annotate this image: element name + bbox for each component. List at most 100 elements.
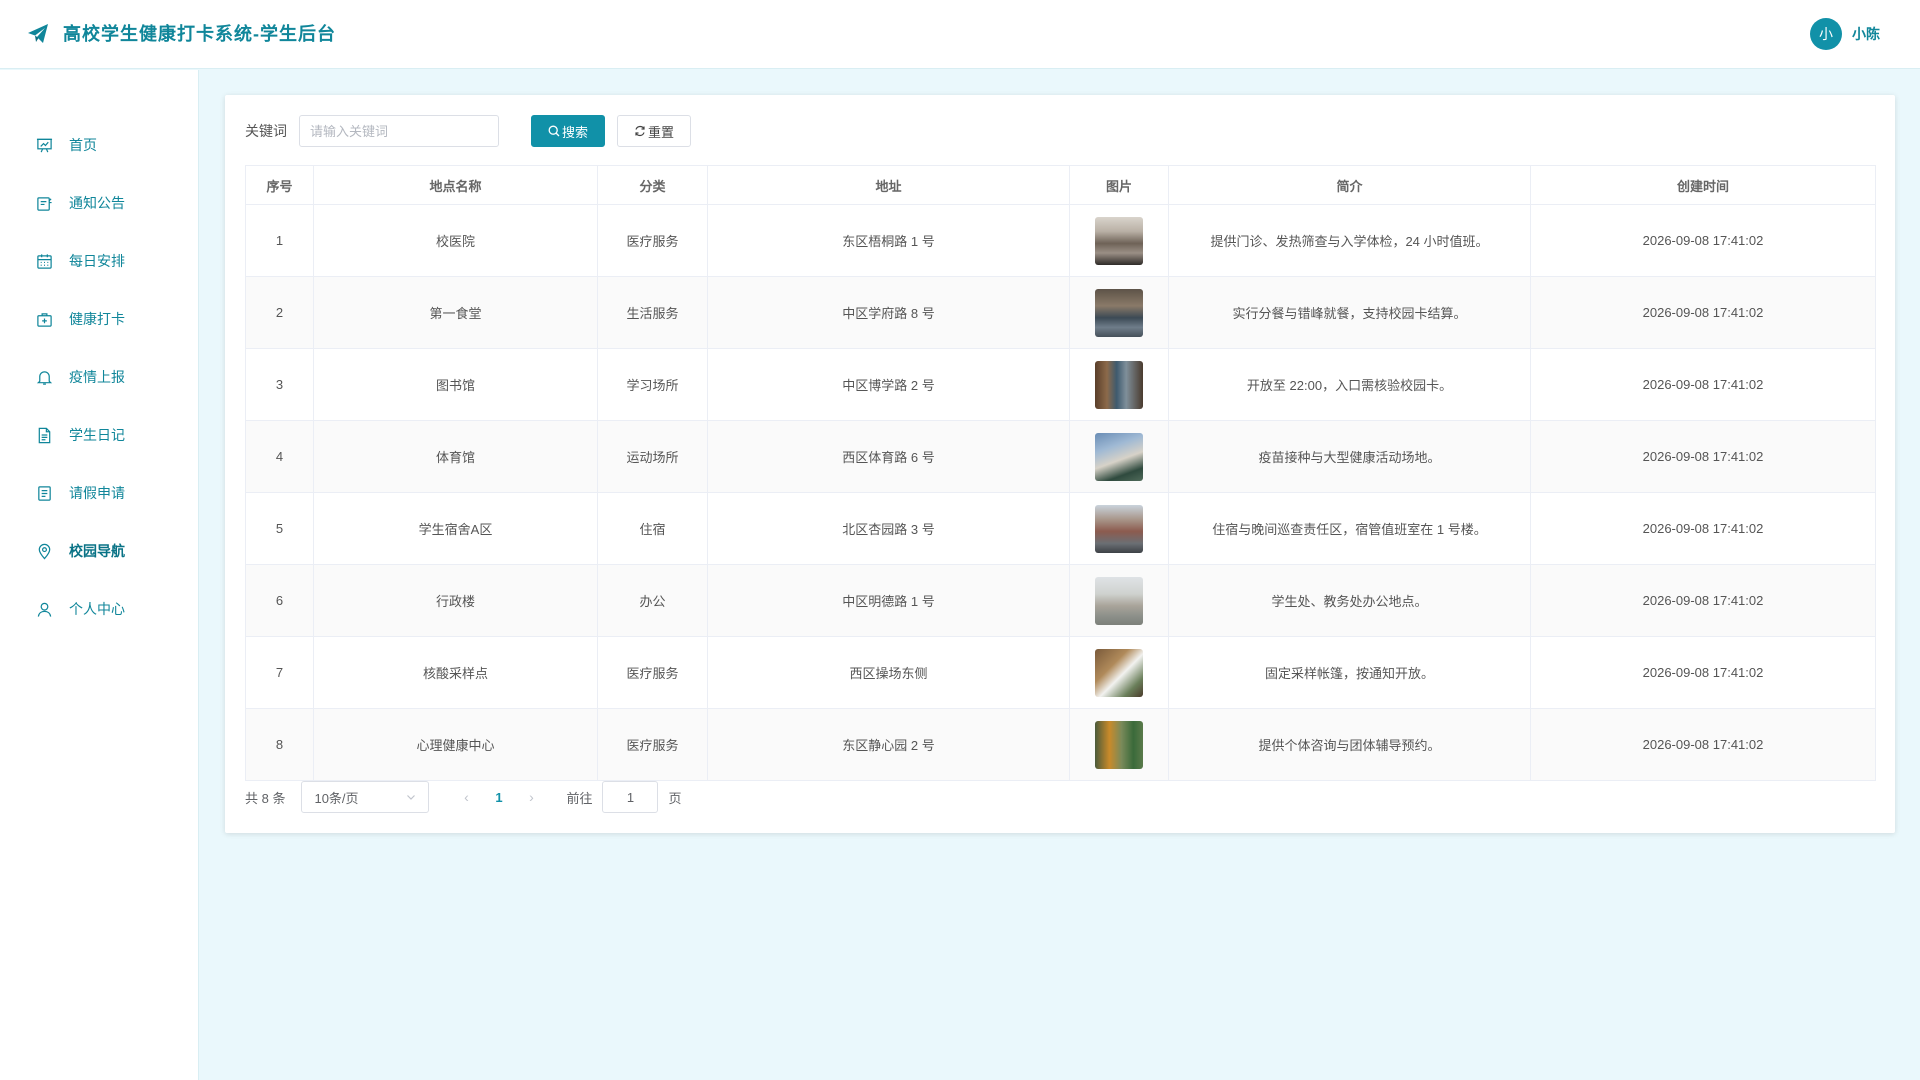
sidebar-item-epidemic-report[interactable]: 疫情上报: [0, 348, 198, 406]
bell-icon: [36, 370, 53, 385]
content-card: 关键词 搜索 重置 序号 地点名称 分类 地址 图片 简介: [225, 95, 1895, 833]
location-photo[interactable]: [1095, 360, 1143, 409]
cell-category: 办公: [597, 564, 708, 637]
cell-no: 3: [245, 348, 314, 421]
sidebar-item-home[interactable]: 首页: [0, 116, 198, 174]
cell-name: 学生宿舍A区: [313, 492, 598, 565]
cell-created: 2026-09-08 17:41:02: [1530, 636, 1876, 709]
cell-created: 2026-09-08 17:41:02: [1530, 564, 1876, 637]
presentation-chart-icon: [36, 138, 53, 152]
location-photo[interactable]: [1095, 432, 1143, 481]
cell-address: 东区静心园 2 号: [707, 708, 1070, 781]
cell-intro: 住宿与晚间巡查责任区，宿管值班室在 1 号楼。: [1168, 492, 1531, 565]
goto-label: 前往: [566, 790, 593, 806]
table-row[interactable]: 1 校医院 医疗服务 东区梧桐路 1 号 提供门诊、发热筛查与入学体检，24 小…: [245, 204, 1876, 277]
cell-image: [1069, 348, 1169, 421]
table-row[interactable]: 4 体育馆 运动场所 西区体育路 6 号 疫苗接种与大型健康活动场地。 2026…: [245, 420, 1876, 493]
app-title: 高校学生健康打卡系统-学生后台: [63, 24, 336, 44]
cell-category: 医疗服务: [597, 708, 708, 781]
sidebar-item-schedule[interactable]: 每日安排: [0, 232, 198, 290]
paper-plane-icon: [28, 24, 48, 43]
search-bar: 关键词 搜索 重置: [245, 115, 691, 147]
sidebar-item-notices[interactable]: 通知公告: [0, 174, 198, 232]
sidebar-item-label: 请假申请: [69, 484, 125, 501]
location-pin-icon: [38, 543, 51, 560]
cell-image: [1069, 204, 1169, 277]
search-icon: [548, 125, 560, 137]
table-row[interactable]: 6 行政楼 办公 中区明德路 1 号 学生处、教务处办公地点。 2026-09-…: [245, 564, 1876, 637]
prev-page-button[interactable]: ‹: [451, 789, 481, 805]
cell-name: 行政楼: [313, 564, 598, 637]
cell-category: 学习场所: [597, 348, 708, 421]
location-photo[interactable]: [1095, 216, 1143, 265]
sidebar-item-label: 每日安排: [69, 252, 125, 269]
notice-icon: [37, 196, 52, 211]
cell-no: 1: [245, 204, 314, 277]
calendar-icon: [37, 253, 52, 269]
cell-name: 图书馆: [313, 348, 598, 421]
cell-category: 生活服务: [597, 276, 708, 349]
page-size-select[interactable]: 10条/页: [301, 781, 430, 813]
sidebar-item-label: 学生日记: [69, 426, 125, 443]
cell-address: 东区梧桐路 1 号: [707, 204, 1070, 277]
cell-intro: 实行分餐与错峰就餐，支持校园卡结算。: [1168, 276, 1531, 349]
next-page-button[interactable]: ›: [516, 789, 546, 805]
location-photo[interactable]: [1095, 288, 1143, 337]
cell-created: 2026-09-08 17:41:02: [1530, 420, 1876, 493]
sidebar-item-label: 健康打卡: [69, 310, 125, 327]
cell-category: 运动场所: [597, 420, 708, 493]
cell-no: 5: [245, 492, 314, 565]
cell-image: [1069, 276, 1169, 349]
cell-name: 第一食堂: [313, 276, 598, 349]
search-button[interactable]: 搜索: [531, 115, 605, 147]
location-photo[interactable]: [1095, 720, 1143, 769]
keyword-label: 关键词: [245, 123, 287, 139]
column-header: 分类: [597, 165, 708, 205]
cell-name: 体育馆: [313, 420, 598, 493]
cell-no: 4: [245, 420, 314, 493]
user-menu[interactable]: 小 小陈: [1810, 18, 1880, 50]
sidebar-item-campus-navigation[interactable]: 校园导航: [0, 522, 198, 580]
reset-button[interactable]: 重置: [617, 115, 691, 147]
cell-name: 核酸采样点: [313, 636, 598, 709]
username[interactable]: 小陈: [1852, 24, 1880, 44]
cell-category: 医疗服务: [597, 636, 708, 709]
table-row[interactable]: 7 核酸采样点 医疗服务 西区操场东侧 固定采样帐篷，按通知开放。 2026-0…: [245, 636, 1876, 709]
cell-intro: 固定采样帐篷，按通知开放。: [1168, 636, 1531, 709]
cell-created: 2026-09-08 17:41:02: [1530, 348, 1876, 421]
sidebar-item-label: 通知公告: [69, 194, 125, 211]
cell-intro: 提供门诊、发热筛查与入学体检，24 小时值班。: [1168, 204, 1531, 277]
reset-button-label: 重置: [647, 124, 674, 140]
column-header: 简介: [1168, 165, 1531, 205]
location-table: 序号 地点名称 分类 地址 图片 简介 创建时间 1 校医院 医疗服务 东区梧桐…: [245, 165, 1876, 781]
cell-created: 2026-09-08 17:41:02: [1530, 276, 1876, 349]
search-button-label: 搜索: [561, 124, 588, 140]
document-icon: [38, 427, 51, 443]
sidebar-item-label: 首页: [69, 136, 97, 153]
avatar[interactable]: 小: [1810, 18, 1842, 50]
cell-name: 心理健康中心: [313, 708, 598, 781]
table-row[interactable]: 2 第一食堂 生活服务 中区学府路 8 号 实行分餐与错峰就餐，支持校园卡结算。…: [245, 276, 1876, 349]
sidebar-item-diary[interactable]: 学生日记: [0, 406, 198, 464]
sidebar-item-label: 个人中心: [69, 600, 125, 617]
column-header: 创建时间: [1530, 165, 1876, 205]
location-photo[interactable]: [1095, 576, 1143, 625]
cell-created: 2026-09-08 17:41:02: [1530, 708, 1876, 781]
table-row[interactable]: 8 心理健康中心 医疗服务 东区静心园 2 号 提供个体咨询与团体辅导预约。 2…: [245, 708, 1876, 781]
sidebar-item-profile[interactable]: 个人中心: [0, 580, 198, 638]
location-photo[interactable]: [1095, 504, 1143, 553]
page-number[interactable]: 1: [481, 790, 516, 805]
keyword-input[interactable]: [299, 115, 499, 147]
cell-image: [1069, 708, 1169, 781]
sidebar-item-leave-request[interactable]: 请假申请: [0, 464, 198, 522]
cell-no: 2: [245, 276, 314, 349]
table-row[interactable]: 3 图书馆 学习场所 中区博学路 2 号 开放至 22:00，入口需核验校园卡。…: [245, 348, 1876, 421]
form-icon: [38, 485, 51, 501]
table-header-row: 序号 地点名称 分类 地址 图片 简介 创建时间: [245, 165, 1876, 205]
sidebar-item-health-checkin[interactable]: 健康打卡: [0, 290, 198, 348]
goto-page-input[interactable]: [602, 781, 659, 813]
location-photo[interactable]: [1095, 648, 1143, 697]
column-header: 地点名称: [313, 165, 598, 205]
cell-address: 中区博学路 2 号: [707, 348, 1070, 421]
table-row[interactable]: 5 学生宿舍A区 住宿 北区杏园路 3 号 住宿与晚间巡查责任区，宿管值班室在 …: [245, 492, 1876, 565]
